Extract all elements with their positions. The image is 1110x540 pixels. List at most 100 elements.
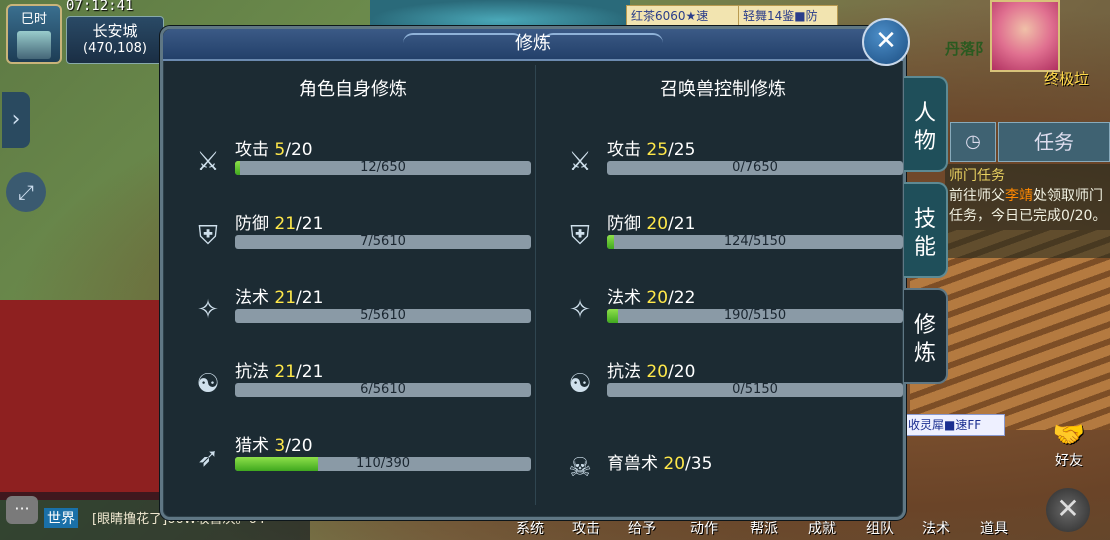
skill-max: /35 bbox=[685, 454, 713, 474]
quest-tab[interactable]: 任务 bbox=[998, 122, 1110, 162]
attack-icon: ⚔ bbox=[196, 147, 220, 177]
menu-items[interactable]: 道具 bbox=[980, 518, 1008, 538]
attack-icon: ⚔ bbox=[568, 147, 592, 177]
progress-text: 110/390 bbox=[355, 457, 410, 471]
time-period-icon bbox=[17, 31, 51, 59]
quest-title: 师门任务 bbox=[949, 168, 1005, 184]
skill-max: /21 bbox=[296, 362, 324, 382]
menu-guild[interactable]: 帮派 bbox=[750, 518, 778, 538]
close-dialog-icon[interactable]: ✕ bbox=[862, 18, 910, 66]
dialog-title: 修炼 bbox=[515, 33, 551, 54]
tab-skills-label: 技能 bbox=[913, 207, 936, 260]
skill-level: 25 bbox=[646, 140, 669, 160]
skill-label: 攻击 25/25 bbox=[607, 140, 696, 160]
skill-level: 20 bbox=[663, 454, 686, 474]
skill-level: 3 bbox=[274, 436, 286, 456]
city-name: 长安城 bbox=[92, 22, 138, 40]
progress-text: 0/7650 bbox=[732, 161, 778, 175]
player-banner[interactable]: 收灵犀■速FF bbox=[904, 414, 1005, 436]
character-cultivation-title: 角色自身修炼 bbox=[299, 79, 407, 100]
menu-action[interactable]: 动作 bbox=[690, 518, 718, 538]
menu-attack[interactable]: 攻击 bbox=[572, 518, 600, 538]
menu-achievements[interactable]: 成就 bbox=[808, 518, 836, 538]
menu-magic[interactable]: 法术 bbox=[922, 518, 950, 538]
skill-label: 猎术 3/20 bbox=[235, 436, 313, 456]
progress-text: 190/5150 bbox=[723, 309, 787, 323]
progress-bar: 6/5610 bbox=[235, 383, 531, 397]
quest-body: 前往师父李靖处领取师门任务，今日已完成0/20。 bbox=[949, 188, 1107, 224]
map-location[interactable]: 长安城 (470,108) bbox=[66, 16, 164, 64]
beast-icon: ☠ bbox=[568, 453, 592, 483]
tab-character-label: 人物 bbox=[913, 101, 936, 154]
pet-cultivation-title: 召唤兽控制修炼 bbox=[660, 79, 786, 100]
skill-level: 5 bbox=[274, 140, 286, 160]
progress-bar: 124/5150 bbox=[607, 235, 903, 249]
quest-tracker-header: 丹落阝 bbox=[945, 40, 991, 58]
tab-character[interactable]: 人物 bbox=[904, 76, 948, 172]
resist-icon: ☯ bbox=[196, 369, 220, 399]
skill-max: /21 bbox=[668, 214, 696, 234]
skill-label: 防御 20/21 bbox=[607, 214, 696, 234]
skill-max: /25 bbox=[668, 140, 696, 160]
progress-bar: 0/5150 bbox=[607, 383, 903, 397]
close-menu-icon[interactable]: ✕ bbox=[1046, 488, 1090, 532]
cultivation-row-defense[interactable]: ⛨ 防御 21/21 7/5610 bbox=[177, 211, 531, 271]
skill-level: 21 bbox=[274, 214, 297, 234]
pet-row-beast[interactable]: ☠ 育兽术 20/35 bbox=[549, 443, 879, 503]
fullscreen-icon[interactable]: ⤢ bbox=[6, 172, 46, 212]
quest-tracker[interactable]: 师门任务 前往师父李靖处领取师门任务，今日已完成0/20。 bbox=[945, 164, 1110, 258]
pet-row-magic[interactable]: ✧ 法术 20/22 190/5150 bbox=[549, 285, 903, 345]
timer-icon[interactable]: ◷ bbox=[950, 122, 996, 162]
progress-bar: 7/5610 bbox=[235, 235, 531, 249]
cultivation-row-hunt[interactable]: ➶ 猎术 3/20 110/390 bbox=[177, 433, 531, 493]
time-period-badge[interactable]: 巳时 bbox=[6, 4, 62, 64]
pet-row-attack[interactable]: ⚔ 攻击 25/25 0/7650 bbox=[549, 137, 903, 197]
menu-give[interactable]: 给予 bbox=[628, 518, 656, 538]
quest-npc-link[interactable]: 李靖 bbox=[1005, 188, 1033, 204]
player-avatar[interactable] bbox=[990, 0, 1060, 72]
expand-arrow-icon[interactable]: › bbox=[2, 92, 30, 148]
skill-level: 20 bbox=[646, 288, 669, 308]
progress-bar: 110/390 bbox=[235, 457, 531, 471]
pet-row-defense[interactable]: ⛨ 防御 20/21 124/5150 bbox=[549, 211, 903, 271]
progress-text: 124/5150 bbox=[723, 235, 787, 249]
friends-button[interactable]: 🤝 好友 bbox=[1044, 420, 1094, 470]
player-banner[interactable]: 轻舞14鉴■防 bbox=[738, 5, 838, 27]
skill-max: /20 bbox=[285, 140, 313, 160]
dialog-header: 修炼 bbox=[163, 29, 903, 61]
carpet-scenery bbox=[0, 300, 160, 500]
tab-cultivation-label: 修炼 bbox=[913, 313, 936, 366]
cultivation-dialog: 修炼 角色自身修炼 召唤兽控制修炼 ⚔ 攻击 5/20 12/650 ⛨ 防御 … bbox=[160, 26, 906, 520]
tab-cultivation[interactable]: 修炼 bbox=[904, 288, 948, 384]
progress-bar: 190/5150 bbox=[607, 309, 903, 323]
defense-icon: ⛨ bbox=[570, 221, 590, 251]
menu-team[interactable]: 组队 bbox=[866, 518, 894, 538]
menu-system[interactable]: 系统 bbox=[516, 518, 544, 538]
cultivation-row-attack[interactable]: ⚔ 攻击 5/20 12/650 bbox=[177, 137, 531, 197]
cultivation-row-magic[interactable]: ✧ 法术 21/21 5/5610 bbox=[177, 285, 531, 345]
player-banner[interactable]: 红茶6060★速 bbox=[626, 5, 744, 27]
skill-max: /22 bbox=[668, 288, 696, 308]
skill-max: /21 bbox=[296, 214, 324, 234]
skill-label: 育兽术 20/35 bbox=[607, 454, 713, 474]
skill-level: 21 bbox=[274, 288, 297, 308]
skill-max: /20 bbox=[285, 436, 313, 456]
tab-skills[interactable]: 技能 bbox=[904, 182, 948, 278]
progress-text: 0/5150 bbox=[732, 383, 778, 397]
handshake-icon: 🤝 bbox=[1052, 420, 1086, 450]
progress-bar: 0/7650 bbox=[607, 161, 903, 175]
skill-max: /20 bbox=[668, 362, 696, 382]
progress-text: 7/5610 bbox=[360, 235, 406, 249]
progress-bar: 5/5610 bbox=[235, 309, 531, 323]
chat-bubble-icon[interactable]: ··· bbox=[6, 496, 38, 524]
skill-label: 抗法 21/21 bbox=[235, 362, 324, 382]
cultivation-row-resist[interactable]: ☯ 抗法 21/21 6/5610 bbox=[177, 359, 531, 419]
pet-row-resist[interactable]: ☯ 抗法 20/20 0/5150 bbox=[549, 359, 903, 419]
skill-level: 21 bbox=[274, 362, 297, 382]
skill-level: 20 bbox=[646, 362, 669, 382]
quest-level-text: 终极垃 bbox=[1044, 70, 1090, 88]
time-period-label: 巳时 bbox=[20, 12, 47, 27]
chat-channel[interactable]: 世界 bbox=[44, 508, 78, 528]
progress-text: 6/5610 bbox=[360, 383, 406, 397]
skill-level: 20 bbox=[646, 214, 669, 234]
